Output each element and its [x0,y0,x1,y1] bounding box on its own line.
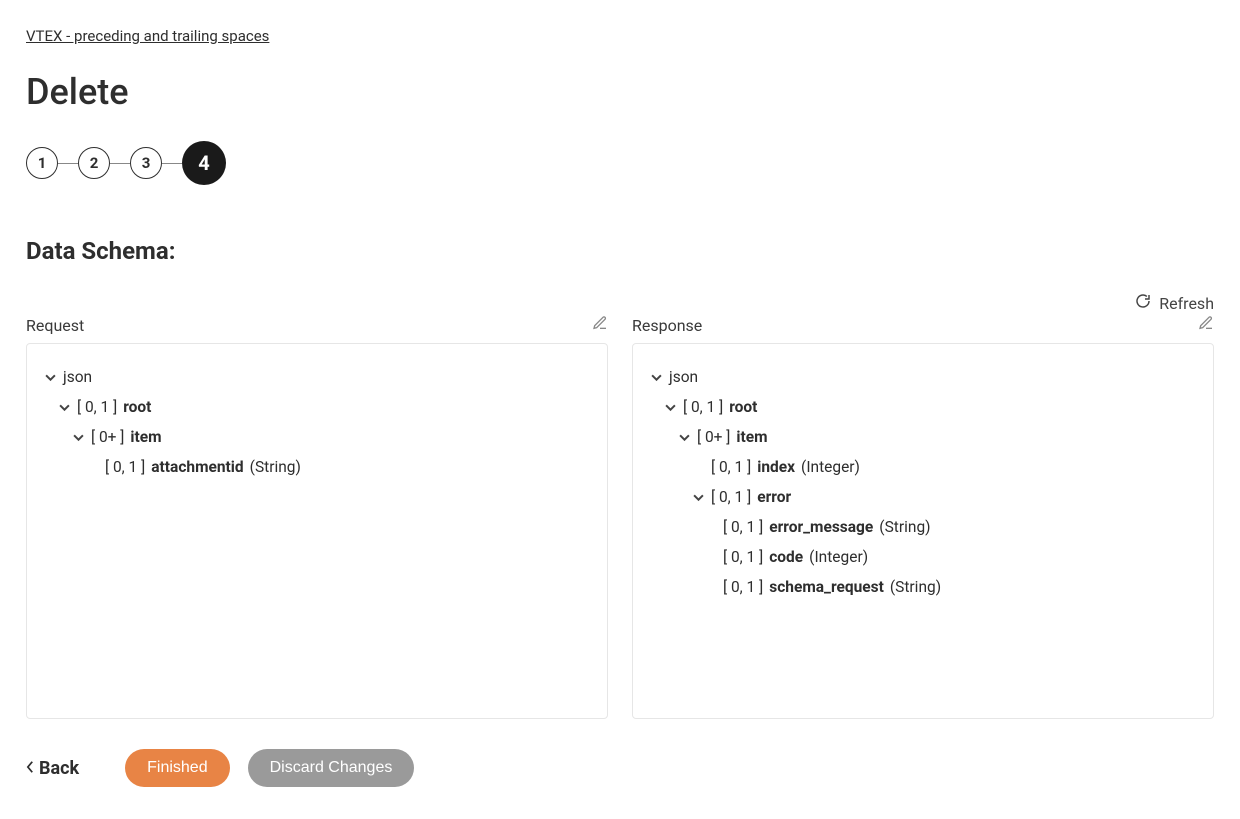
finished-button[interactable]: Finished [125,749,229,787]
stepper: 1 2 3 4 [26,141,1214,185]
breadcrumb-link[interactable]: VTEX - preceding and trailing spaces [26,27,269,45]
response-pane: Response json [ 0, 1 ] root [632,315,1214,719]
chevron-left-icon [26,758,35,779]
discard-changes-button[interactable]: Discard Changes [248,749,415,787]
request-tree: json [ 0, 1 ] root [ 0+ ] item [ 0, 1 ] … [43,362,591,482]
tree-cardinality: [ 0, 1 ] [711,488,751,506]
tree-cardinality: [ 0+ ] [91,428,124,446]
tree-name: index [757,458,795,476]
chevron-down-icon[interactable] [71,432,85,443]
tree-name: error [757,488,791,506]
tree-cardinality: [ 0, 1 ] [77,398,117,416]
tree-node-code[interactable]: [ 0, 1 ] code (Integer) [703,542,1197,572]
tree-name: item [736,428,767,446]
refresh-icon [1135,293,1151,313]
tree-node-root[interactable]: [ 0, 1 ] root [663,392,1197,422]
tree-json-root[interactable]: json [43,362,591,392]
response-label: Response [632,316,702,335]
back-button[interactable]: Back [26,758,79,779]
tree-type: (Integer) [809,548,868,566]
back-label: Back [39,758,79,779]
refresh-button[interactable]: Refresh [26,293,1214,313]
tree-cardinality: [ 0, 1 ] [723,548,763,566]
chevron-down-icon[interactable] [57,402,71,413]
tree-node-root[interactable]: [ 0, 1 ] root [57,392,591,422]
tree-name: item [130,428,161,446]
page-title: Delete [26,71,1214,113]
edit-response-icon[interactable] [1198,315,1214,335]
step-connector [162,163,182,164]
tree-node-item[interactable]: [ 0+ ] item [71,422,591,452]
chevron-down-icon[interactable] [691,492,705,503]
tree-label: json [63,368,92,386]
request-label: Request [26,316,84,335]
chevron-down-icon[interactable] [649,372,663,383]
tree-node-error[interactable]: [ 0, 1 ] error [691,482,1197,512]
tree-name: root [729,398,757,416]
step-2[interactable]: 2 [78,147,110,179]
step-connector [58,163,78,164]
tree-type: (String) [250,458,301,476]
step-4[interactable]: 4 [182,141,226,185]
tree-cardinality: [ 0, 1 ] [723,518,763,536]
tree-name: code [769,548,803,566]
edit-request-icon[interactable] [592,315,608,335]
tree-cardinality: [ 0, 1 ] [105,458,145,476]
tree-json-root[interactable]: json [649,362,1197,392]
tree-cardinality: [ 0, 1 ] [711,458,751,476]
tree-name: schema_request [769,578,884,596]
tree-type: (String) [890,578,941,596]
tree-name: attachmentid [151,458,243,476]
tree-cardinality: [ 0+ ] [697,428,730,446]
step-connector [110,163,130,164]
tree-cardinality: [ 0, 1 ] [723,578,763,596]
chevron-down-icon[interactable] [677,432,691,443]
tree-node-index[interactable]: [ 0, 1 ] index (Integer) [691,452,1197,482]
response-tree: json [ 0, 1 ] root [ 0+ ] item [ 0, 1 ] … [649,362,1197,602]
tree-cardinality: [ 0, 1 ] [683,398,723,416]
section-title: Data Schema: [26,237,1214,265]
tree-name: root [123,398,151,416]
tree-node-attachmentid[interactable]: [ 0, 1 ] attachmentid (String) [85,452,591,482]
tree-node-item[interactable]: [ 0+ ] item [677,422,1197,452]
chevron-down-icon[interactable] [663,402,677,413]
chevron-down-icon[interactable] [43,372,57,383]
step-1[interactable]: 1 [26,147,58,179]
step-3[interactable]: 3 [130,147,162,179]
request-pane: Request json [ 0, 1 ] root [26,315,608,719]
refresh-label: Refresh [1159,294,1214,313]
tree-node-schema-request[interactable]: [ 0, 1 ] schema_request (String) [703,572,1197,602]
tree-node-error-message[interactable]: [ 0, 1 ] error_message (String) [703,512,1197,542]
tree-type: (Integer) [801,458,860,476]
tree-name: error_message [769,518,873,536]
tree-label: json [669,368,698,386]
tree-type: (String) [879,518,930,536]
